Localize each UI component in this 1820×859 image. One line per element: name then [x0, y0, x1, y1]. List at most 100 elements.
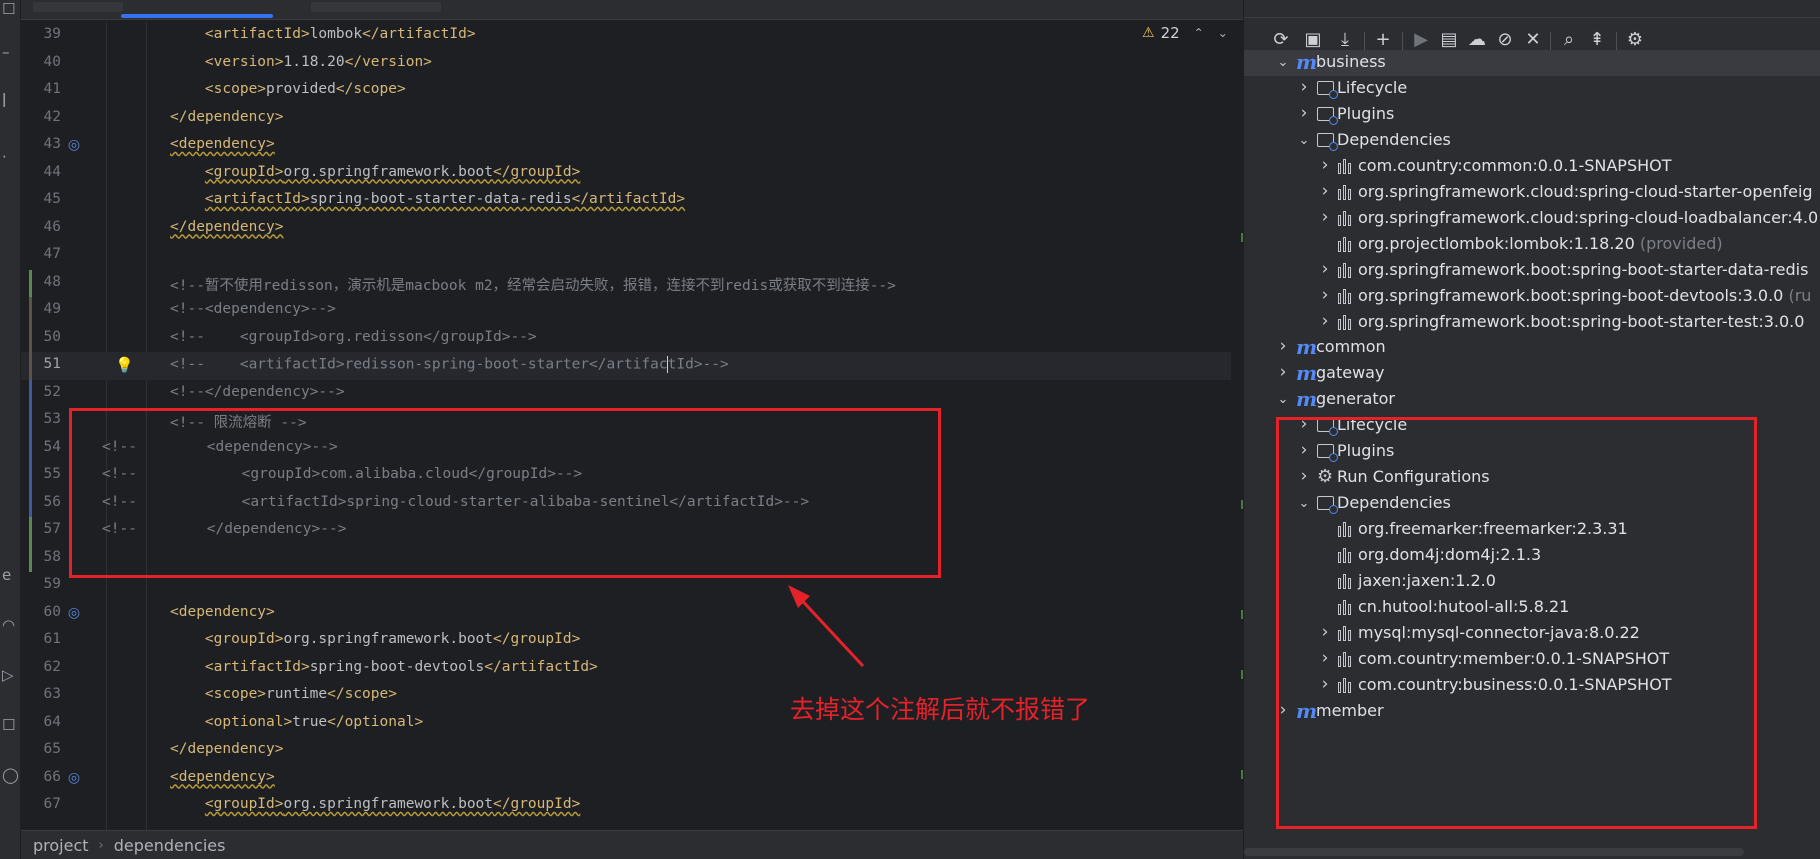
chevron-right-icon[interactable]: ›	[1297, 103, 1311, 123]
tree-node-library[interactable]: › org.springframework.boot:spring-boot-de…	[1244, 284, 1820, 310]
chevron-right-icon[interactable]: ›	[1276, 336, 1290, 356]
horizontal-scrollbar[interactable]	[1244, 848, 1744, 856]
code-text[interactable]: <scope>runtime</scope>	[170, 686, 397, 702]
code-line[interactable]: 47	[21, 242, 1231, 270]
code-text[interactable]: <!-- <groupId>org.redisson</groupId>-->	[170, 329, 537, 345]
chevron-down-icon[interactable]: ⌄	[1276, 390, 1290, 410]
tree-node-module[interactable]: ⌄ m business	[1244, 50, 1820, 76]
line-number[interactable]: 66	[21, 769, 61, 785]
line-number[interactable]: 55	[21, 466, 61, 482]
line-number[interactable]: 46	[21, 219, 61, 235]
code-line[interactable]: 52 <!--</dependency>-->	[21, 379, 1231, 407]
line-number[interactable]: 45	[21, 191, 61, 207]
code-text[interactable]: <groupId>org.springframework.boot</group…	[170, 631, 580, 647]
code-text[interactable]: <!--</dependency>-->	[170, 384, 345, 400]
breadcrumb-item-dependencies[interactable]: dependencies	[114, 836, 226, 855]
tree-node-module[interactable]: › m gateway	[1244, 361, 1820, 387]
previous-highlight-icon[interactable]: ⌃	[1194, 26, 1204, 40]
code-text[interactable]: <optional>true</optional>	[170, 714, 423, 730]
code-text[interactable]: <artifactId>spring-boot-starter-data-red…	[170, 191, 685, 207]
code-text[interactable]: </dependency>	[170, 109, 284, 125]
tool-icon[interactable]: ☐	[2, 2, 15, 17]
line-number[interactable]: 62	[21, 659, 61, 675]
vcs-change-marker[interactable]	[29, 517, 32, 545]
intention-bulb-icon[interactable]: 💡	[115, 356, 134, 374]
code-line[interactable]: 41 <scope>provided</scope>	[21, 77, 1231, 105]
vcs-change-marker[interactable]	[29, 269, 32, 297]
tool-icon[interactable]: ◯	[2, 768, 19, 783]
tree-node-library[interactable]: › org.springframework.cloud:spring-cloud-…	[1244, 180, 1820, 206]
code-text[interactable]: <version>1.18.20</version>	[170, 54, 432, 70]
vcs-change-marker[interactable]	[29, 434, 32, 462]
line-number[interactable]: 48	[21, 274, 61, 290]
code-text[interactable]: </dependency>	[170, 219, 284, 235]
vcs-change-marker[interactable]	[29, 407, 32, 435]
line-number[interactable]: 43	[21, 136, 61, 152]
code-line[interactable]: 51 💡 <!-- <artifactId>redisson-spring-boot…	[21, 352, 1231, 380]
code-text[interactable]: <scope>provided</scope>	[170, 81, 406, 97]
code-text[interactable]: <artifactId>spring-boot-devtools</artifa…	[170, 659, 598, 675]
tool-icon[interactable]: ꟾ	[2, 95, 6, 110]
code-text[interactable]: <groupId>org.springframework.boot</group…	[170, 164, 580, 180]
code-line[interactable]: 45 <artifactId>spring-boot-starter-data-…	[21, 187, 1231, 215]
line-number[interactable]: 59	[21, 576, 61, 592]
code-line[interactable]: 49 <!--<dependency>-->	[21, 297, 1231, 325]
code-line[interactable]: 60 ◎ <dependency>	[21, 600, 1231, 628]
inspection-widget[interactable]: ⚠ 22 ⌃ ⌄	[1142, 22, 1228, 44]
tool-icon[interactable]: ·	[2, 150, 7, 165]
dependency-gutter-icon[interactable]: ◎	[65, 136, 83, 154]
line-number[interactable]: 67	[21, 796, 61, 812]
code-line[interactable]: 44 <groupId>org.springframework.boot</gr…	[21, 160, 1231, 188]
line-number[interactable]: 54	[21, 439, 61, 455]
tree-node-library[interactable]: › org.springframework.cloud:spring-cloud-…	[1244, 206, 1820, 232]
line-number[interactable]: 52	[21, 384, 61, 400]
line-number[interactable]: 64	[21, 714, 61, 730]
chevron-right-icon[interactable]: ›	[1318, 181, 1332, 201]
code-line[interactable]: 62 <artifactId>spring-boot-devtools</art…	[21, 655, 1231, 683]
tool-icon[interactable]: ▷	[2, 668, 14, 683]
tree-node-library[interactable]: › com.country:common:0.0.1-SNAPSHOT	[1244, 154, 1820, 180]
code-line[interactable]: 61 <groupId>org.springframework.boot</gr…	[21, 627, 1231, 655]
dependency-gutter-icon[interactable]: ◎	[65, 769, 83, 787]
code-text[interactable]: <dependency>	[170, 604, 275, 620]
code-text[interactable]: <dependency>	[170, 769, 275, 785]
code-text[interactable]: <!-- <artifactId>redisson-spring-boot-st…	[170, 356, 729, 373]
tree-node-folder[interactable]: › Plugins	[1244, 102, 1820, 128]
tree-node-library[interactable]: org.projectlombok:lombok:1.18.20 (provid…	[1244, 232, 1820, 258]
line-number[interactable]: 40	[21, 54, 61, 70]
code-line[interactable]: 48 <!--暂不使用redisson，演示机是macbook m2，经常会启动失…	[21, 269, 1231, 297]
tree-node-module[interactable]: ⌄ m generator	[1244, 387, 1820, 413]
code-line[interactable]: 50 <!-- <groupId>org.redisson</groupId>--…	[21, 324, 1231, 352]
code-text[interactable]: <!--暂不使用redisson，演示机是macbook m2，经常会启动失败，…	[170, 274, 896, 295]
chevron-right-icon[interactable]: ›	[1318, 285, 1332, 305]
code-line[interactable]: 66 ◎ <dependency>	[21, 765, 1231, 793]
vcs-change-marker[interactable]	[29, 297, 32, 325]
line-number[interactable]: 56	[21, 494, 61, 510]
tree-node-folder[interactable]: ⌄ Dependencies	[1244, 128, 1820, 154]
tree-node-library[interactable]: › org.springframework.boot:spring-boot-st…	[1244, 310, 1820, 336]
line-number[interactable]: 47	[21, 246, 61, 262]
vcs-change-marker[interactable]	[29, 462, 32, 490]
vcs-change-marker[interactable]	[29, 352, 32, 380]
code-line[interactable]: 40 <version>1.18.20</version>	[21, 50, 1231, 78]
tree-node-module[interactable]: › m common	[1244, 335, 1820, 361]
chevron-right-icon[interactable]: ›	[1318, 259, 1332, 279]
chevron-down-icon[interactable]: ⌄	[1297, 131, 1311, 151]
chevron-right-icon[interactable]: ›	[1318, 155, 1332, 175]
line-number[interactable]: 39	[21, 26, 61, 42]
code-text[interactable]: <artifactId>lombok</artifactId>	[170, 26, 476, 42]
editor-tab-bar[interactable]	[21, 0, 1243, 20]
line-number[interactable]: 50	[21, 329, 61, 345]
tool-icon[interactable]: –	[2, 45, 10, 60]
line-number[interactable]: 49	[21, 301, 61, 317]
code-line[interactable]: 65 </dependency>	[21, 737, 1231, 765]
code-line[interactable]: 42 </dependency>	[21, 105, 1231, 133]
line-number[interactable]: 65	[21, 741, 61, 757]
next-highlight-icon[interactable]: ⌄	[1218, 26, 1228, 40]
code-text[interactable]: </dependency>	[170, 741, 284, 757]
code-line[interactable]: 43 ◎ <dependency>	[21, 132, 1231, 160]
chevron-down-icon[interactable]: ⌄	[1276, 53, 1290, 73]
vcs-change-marker[interactable]	[29, 544, 32, 572]
code-line[interactable]: 39 <artifactId>lombok</artifactId>	[21, 22, 1231, 50]
line-number[interactable]: 44	[21, 164, 61, 180]
